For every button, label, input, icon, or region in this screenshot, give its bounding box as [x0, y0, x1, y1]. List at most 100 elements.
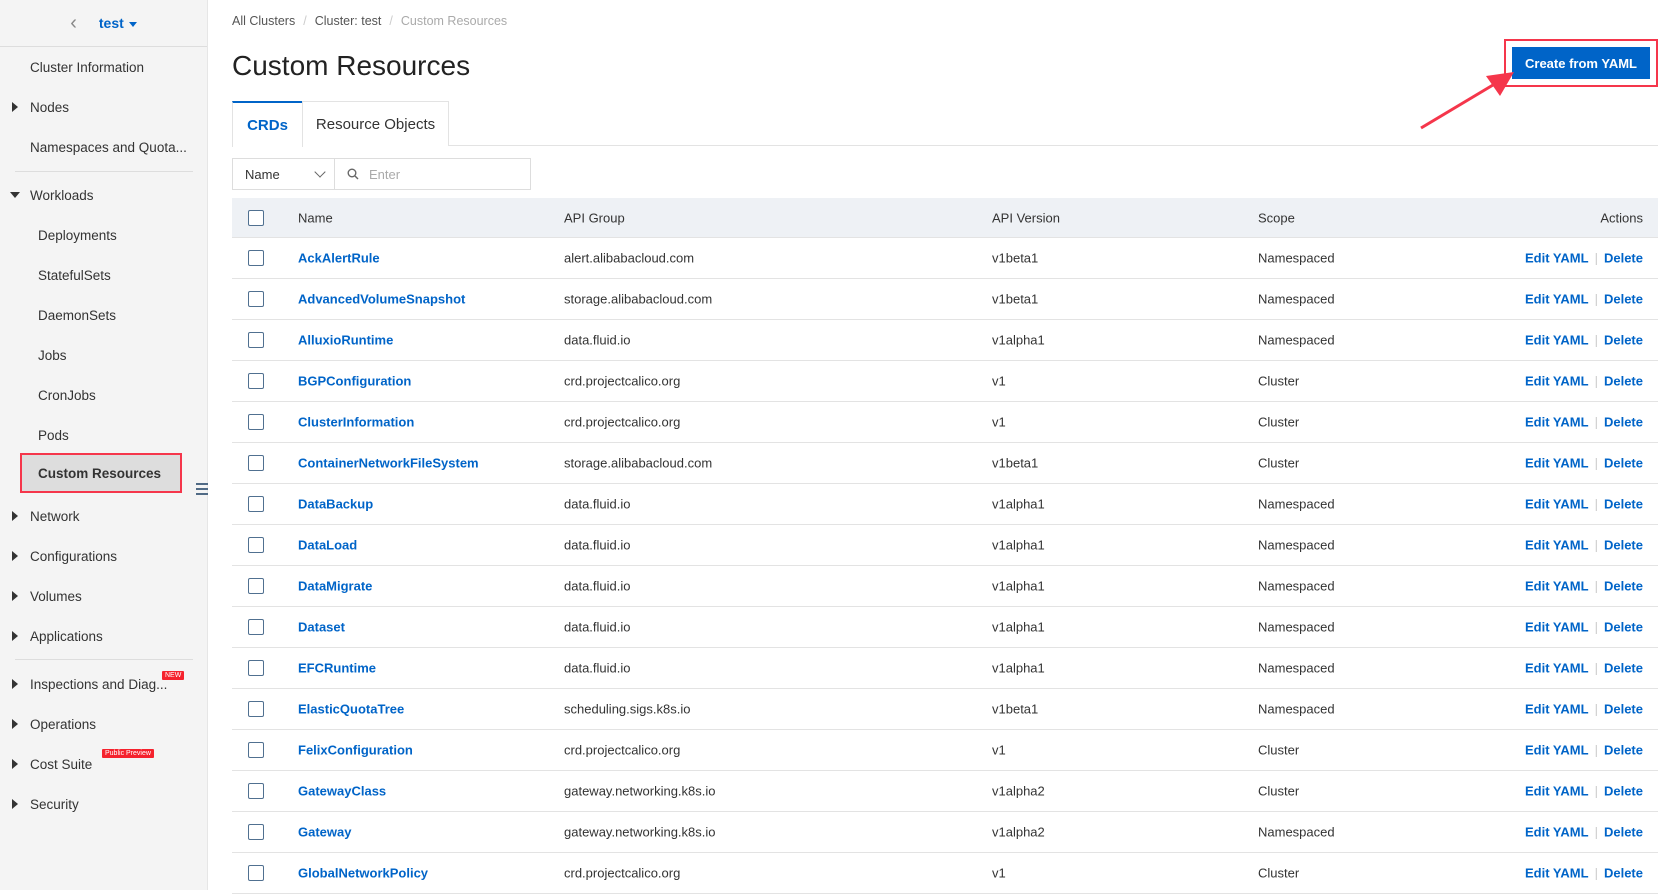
- sidebar-item-workloads[interactable]: Workloads: [0, 175, 208, 215]
- crd-name-link[interactable]: AckAlertRule: [298, 251, 380, 266]
- crd-name-link[interactable]: DataLoad: [298, 538, 357, 553]
- sidebar-item-daemonsets[interactable]: DaemonSets: [0, 295, 208, 335]
- crd-name-link[interactable]: ContainerNetworkFileSystem: [298, 456, 479, 471]
- edit-yaml-link[interactable]: Edit YAML: [1525, 825, 1589, 840]
- edit-yaml-link[interactable]: Edit YAML: [1525, 661, 1589, 676]
- select-all-checkbox[interactable]: [248, 209, 264, 226]
- edit-yaml-link[interactable]: Edit YAML: [1525, 538, 1589, 553]
- edit-yaml-link[interactable]: Edit YAML: [1525, 415, 1589, 430]
- edit-yaml-link[interactable]: Edit YAML: [1525, 784, 1589, 799]
- row-checkbox[interactable]: [248, 578, 264, 594]
- crd-name-link[interactable]: EFCRuntime: [298, 661, 376, 676]
- row-checkbox[interactable]: [248, 742, 264, 758]
- crd-name-link[interactable]: FelixConfiguration: [298, 743, 413, 758]
- collapse-sidebar-icon[interactable]: [196, 480, 208, 498]
- row-checkbox[interactable]: [248, 373, 264, 389]
- back-icon[interactable]: ‹: [70, 12, 77, 35]
- edit-yaml-link[interactable]: Edit YAML: [1525, 251, 1589, 266]
- row-actions: Edit YAML | Delete: [1525, 619, 1643, 635]
- sidebar-badge: Public Preview: [102, 749, 154, 758]
- delete-link[interactable]: Delete: [1604, 292, 1643, 307]
- cluster-selector[interactable]: test: [99, 15, 137, 31]
- edit-yaml-link[interactable]: Edit YAML: [1525, 620, 1589, 635]
- delete-link[interactable]: Delete: [1604, 784, 1643, 799]
- edit-yaml-link[interactable]: Edit YAML: [1525, 579, 1589, 594]
- delete-link[interactable]: Delete: [1604, 497, 1643, 512]
- edit-yaml-link[interactable]: Edit YAML: [1525, 456, 1589, 471]
- search-input[interactable]: Enter: [335, 159, 530, 189]
- sidebar-item-cost-suite[interactable]: Cost Suite Public Preview: [0, 744, 208, 784]
- row-checkbox[interactable]: [248, 291, 264, 307]
- sidebar-item-network[interactable]: Network: [0, 496, 208, 536]
- delete-link[interactable]: Delete: [1604, 251, 1643, 266]
- crd-name-link[interactable]: AlluxioRuntime: [298, 333, 393, 348]
- sidebar-item-pods[interactable]: Pods: [0, 415, 208, 455]
- row-checkbox[interactable]: [248, 701, 264, 717]
- sidebar-item-cronjobs[interactable]: CronJobs: [0, 375, 208, 415]
- edit-yaml-link[interactable]: Edit YAML: [1525, 333, 1589, 348]
- edit-yaml-link[interactable]: Edit YAML: [1525, 292, 1589, 307]
- tab-crds[interactable]: CRDs: [232, 101, 303, 147]
- delete-link[interactable]: Delete: [1604, 415, 1643, 430]
- crd-name-link[interactable]: Gateway: [298, 825, 351, 840]
- delete-link[interactable]: Delete: [1604, 374, 1643, 389]
- edit-yaml-link[interactable]: Edit YAML: [1525, 374, 1589, 389]
- crd-name-link[interactable]: BGPConfiguration: [298, 374, 411, 389]
- crd-name-link[interactable]: DataMigrate: [298, 579, 372, 594]
- delete-link[interactable]: Delete: [1604, 538, 1643, 553]
- delete-link[interactable]: Delete: [1604, 702, 1643, 717]
- crd-name-link[interactable]: Dataset: [298, 620, 345, 635]
- crd-name-link[interactable]: DataBackup: [298, 497, 373, 512]
- edit-yaml-link[interactable]: Edit YAML: [1525, 866, 1589, 881]
- row-checkbox[interactable]: [248, 455, 264, 471]
- delete-link[interactable]: Delete: [1604, 620, 1643, 635]
- sidebar-item-volumes[interactable]: Volumes: [0, 576, 208, 616]
- crd-name-link[interactable]: GlobalNetworkPolicy: [298, 866, 428, 881]
- sidebar-item-inspections-and-diag[interactable]: Inspections and Diag... NEW: [0, 664, 208, 704]
- row-checkbox[interactable]: [248, 496, 264, 512]
- row-checkbox[interactable]: [248, 332, 264, 348]
- sidebar-item-cluster-information[interactable]: Cluster Information: [0, 47, 208, 87]
- delete-link[interactable]: Delete: [1604, 743, 1643, 758]
- crd-name-link[interactable]: AdvancedVolumeSnapshot: [298, 292, 465, 307]
- row-checkbox[interactable]: [248, 619, 264, 635]
- sidebar-item-security[interactable]: Security: [0, 784, 208, 824]
- delete-link[interactable]: Delete: [1604, 456, 1643, 471]
- tab-resource-objects[interactable]: Resource Objects: [302, 101, 449, 146]
- row-checkbox[interactable]: [248, 824, 264, 840]
- delete-link[interactable]: Delete: [1604, 333, 1643, 348]
- row-checkbox[interactable]: [248, 660, 264, 676]
- crd-name-link[interactable]: ClusterInformation: [298, 415, 414, 430]
- sidebar-item-configurations[interactable]: Configurations: [0, 536, 208, 576]
- edit-yaml-link[interactable]: Edit YAML: [1525, 497, 1589, 512]
- edit-yaml-link[interactable]: Edit YAML: [1525, 743, 1589, 758]
- crd-name-link[interactable]: GatewayClass: [298, 784, 386, 799]
- scope: Namespaced: [1258, 250, 1335, 266]
- create-from-yaml-button[interactable]: Create from YAML: [1512, 47, 1650, 79]
- api-group: crd.projectcalico.org: [564, 373, 681, 389]
- row-checkbox[interactable]: [248, 537, 264, 553]
- crd-name-link[interactable]: ElasticQuotaTree: [298, 702, 404, 717]
- delete-link[interactable]: Delete: [1604, 579, 1643, 594]
- row-checkbox[interactable]: [248, 783, 264, 799]
- sidebar-item-namespaces-and-quota[interactable]: Namespaces and Quota...: [0, 127, 208, 167]
- sidebar-item-applications[interactable]: Applications: [0, 616, 208, 656]
- sidebar-item-deployments[interactable]: Deployments: [0, 215, 208, 255]
- filter-field-select[interactable]: Name: [233, 159, 335, 189]
- delete-link[interactable]: Delete: [1604, 661, 1643, 676]
- row-checkbox[interactable]: [248, 250, 264, 266]
- breadcrumb-cluster[interactable]: Cluster: test: [315, 14, 382, 28]
- sidebar-item-jobs[interactable]: Jobs: [0, 335, 208, 375]
- row-checkbox[interactable]: [248, 865, 264, 881]
- sidebar-item-operations[interactable]: Operations: [0, 704, 208, 744]
- search-icon: [347, 168, 359, 180]
- sidebar-item-custom-resources[interactable]: Custom Resources: [20, 453, 182, 493]
- sidebar-item-nodes[interactable]: Nodes: [0, 87, 208, 127]
- breadcrumb-all-clusters[interactable]: All Clusters: [232, 14, 295, 28]
- table-row: GlobalNetworkPolicy crd.projectcalico.or…: [232, 853, 1658, 894]
- delete-link[interactable]: Delete: [1604, 825, 1643, 840]
- sidebar-item-statefulsets[interactable]: StatefulSets: [0, 255, 208, 295]
- delete-link[interactable]: Delete: [1604, 866, 1643, 881]
- edit-yaml-link[interactable]: Edit YAML: [1525, 702, 1589, 717]
- row-checkbox[interactable]: [248, 414, 264, 430]
